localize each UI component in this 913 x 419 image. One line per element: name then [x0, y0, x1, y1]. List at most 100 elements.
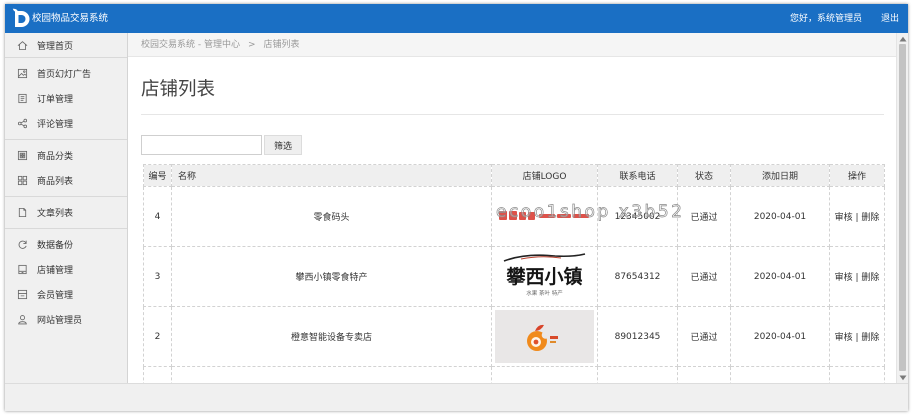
column-header-status: 状态: [677, 164, 731, 187]
sidebar-item-slides[interactable]: 首页幻灯广告: [5, 61, 127, 86]
app-window: 校园物品交易系统 您好，系统管理员 退出 管理首页 首页幻灯广告 订单管理 评论…: [5, 4, 908, 411]
cell-status: 已通过: [677, 306, 731, 367]
shop-logo-image: [495, 370, 594, 383]
cell-date: 2020-04-01: [730, 246, 830, 307]
sidebar-item-stores[interactable]: 店铺管理: [5, 257, 127, 282]
nav-group-system: 数据备份 店铺管理 会员管理 网站管理员: [5, 229, 127, 335]
column-header-name: 名称: [171, 164, 492, 187]
table-row: 4 零食码头 12345002 已通过 2020-04-01 审核 | 删除: [143, 186, 885, 247]
cell-shop-name: 橙意智能设备专卖店: [171, 306, 492, 367]
refresh-icon: [17, 239, 28, 250]
top-header: 校园物品交易系统 您好，系统管理员 退出: [5, 4, 908, 33]
delete-link[interactable]: 删除: [861, 273, 879, 283]
scroll-down-arrow-icon[interactable]: [899, 375, 907, 381]
share-icon: [17, 118, 28, 129]
column-header-date: 添加日期: [730, 164, 830, 187]
sidebar-item-members[interactable]: 会员管理: [5, 282, 127, 307]
image-icon: [17, 68, 28, 79]
sidebar-nav: 管理首页 首页幻灯广告 订单管理 评论管理 商品分类 商品列表 文章列表 数据备…: [5, 33, 128, 383]
cell-actions: [829, 366, 885, 383]
user-icon: [17, 314, 28, 325]
grid-icon: [17, 175, 28, 186]
sidebar-item-orders[interactable]: 订单管理: [5, 86, 127, 111]
action-separator: |: [855, 333, 859, 343]
sidebar-item-home[interactable]: 管理首页: [5, 33, 127, 57]
column-header-logo: 店铺LOGO: [491, 164, 598, 187]
table-row: 2 橙意智能设备专卖店 89012345 已通过 2020-04-01 审核 |…: [143, 306, 885, 367]
scrollbar-thumb[interactable]: [899, 44, 906, 371]
sidebar-item-label: 网站管理员: [37, 316, 83, 326]
delete-link[interactable]: 删除: [861, 213, 879, 223]
breadcrumb-root-link[interactable]: 校园交易系统 - 管理中心: [141, 40, 240, 50]
sidebar-item-label: 会员管理: [37, 291, 74, 301]
page-title: 店铺列表: [141, 79, 216, 100]
action-separator: |: [855, 213, 859, 223]
logo-tagline: 水果 茶叶 特产: [526, 289, 563, 297]
cell-phone: 12345002: [597, 186, 678, 247]
store-icon: [17, 264, 28, 275]
main-content: 校园交易系统 - 管理中心 > 店铺列表 店铺列表 筛选 编号 名称 店铺LOGO …: [128, 33, 896, 383]
cell-shop-name: 零食码头: [171, 186, 492, 247]
cell-phone: [597, 366, 678, 383]
vertical-scrollbar[interactable]: [896, 33, 908, 383]
orange-fruit-logo: [495, 310, 594, 363]
shop-table: 编号 名称 店铺LOGO 联系电话 状态 添加日期 操作 4 零食码头 1234…: [143, 164, 885, 383]
cell-id: 2: [143, 306, 172, 367]
cell-actions: 审核 | 删除: [829, 246, 885, 307]
sidebar-item-label: 数据备份: [37, 241, 74, 251]
cell-id: 4: [143, 186, 172, 247]
cell-actions: 审核 | 删除: [829, 186, 885, 247]
audit-link[interactable]: 审核: [835, 213, 853, 223]
sidebar-item-backup[interactable]: 数据备份: [5, 232, 127, 257]
sidebar-item-label: 文章列表: [37, 209, 74, 219]
sidebar-item-label: 评论管理: [37, 120, 74, 130]
sidebar-item-label: 首页幻灯广告: [37, 70, 92, 80]
breadcrumb-separator: >: [247, 40, 256, 50]
sidebar-item-admins[interactable]: 网站管理员: [5, 307, 127, 332]
nav-group-home: 管理首页: [5, 33, 127, 58]
member-icon: [17, 289, 28, 300]
delete-link[interactable]: 删除: [861, 333, 879, 343]
nav-group-articles: 文章列表: [5, 197, 127, 229]
sidebar-item-comments[interactable]: 评论管理: [5, 111, 127, 136]
action-separator: |: [855, 273, 859, 283]
sidebar-item-goods-list[interactable]: 商品列表: [5, 168, 127, 193]
nav-group-content: 首页幻灯广告 订单管理 评论管理: [5, 58, 127, 140]
cell-date: [730, 366, 830, 383]
scroll-up-arrow-icon[interactable]: [899, 36, 907, 42]
breadcrumb-current: 店铺列表: [263, 40, 300, 50]
cell-actions: 审核 | 删除: [829, 306, 885, 367]
bottom-status-strip: [5, 383, 908, 411]
red-lettering-logo: [495, 190, 594, 243]
table-header-row: 编号 名称 店铺LOGO 联系电话 状态 添加日期 操作: [143, 164, 885, 187]
cell-phone: 89012345: [597, 306, 678, 367]
logout-link[interactable]: 退出: [881, 12, 899, 26]
nav-group-goods: 商品分类 商品列表: [5, 140, 127, 197]
cell-shop-name: [171, 366, 492, 383]
cell-date: 2020-04-01: [730, 306, 830, 367]
sidebar-item-label: 商品分类: [37, 152, 74, 162]
table-row: [143, 366, 885, 383]
cell-status: 已通过: [677, 186, 731, 247]
column-header-actions: 操作: [829, 164, 885, 187]
column-header-phone: 联系电话: [597, 164, 678, 187]
audit-link[interactable]: 审核: [835, 333, 853, 343]
cell-date: 2020-04-01: [730, 186, 830, 247]
title-divider: [141, 114, 884, 115]
logo-title: 攀西小镇: [506, 265, 582, 288]
filter-input[interactable]: [141, 135, 262, 155]
sidebar-item-label: 管理首页: [37, 41, 74, 52]
sidebar-item-categories[interactable]: 商品分类: [5, 143, 127, 168]
audit-link[interactable]: 审核: [835, 273, 853, 283]
cell-shop-logo: [491, 186, 598, 247]
list-icon: [17, 93, 28, 104]
filter-button[interactable]: 筛选: [264, 135, 302, 155]
cell-status: 已通过: [677, 246, 731, 307]
cell-id: [143, 366, 172, 383]
sidebar-item-label: 店铺管理: [37, 266, 74, 276]
column-header-id: 编号: [143, 164, 172, 187]
cell-status: [677, 366, 731, 383]
document-icon: [17, 207, 28, 218]
table-row: 3 攀西小镇零食特产 攀西小镇 水果 茶叶 特产 87654312 已通过 20…: [143, 246, 885, 307]
sidebar-item-articles[interactable]: 文章列表: [5, 200, 127, 225]
